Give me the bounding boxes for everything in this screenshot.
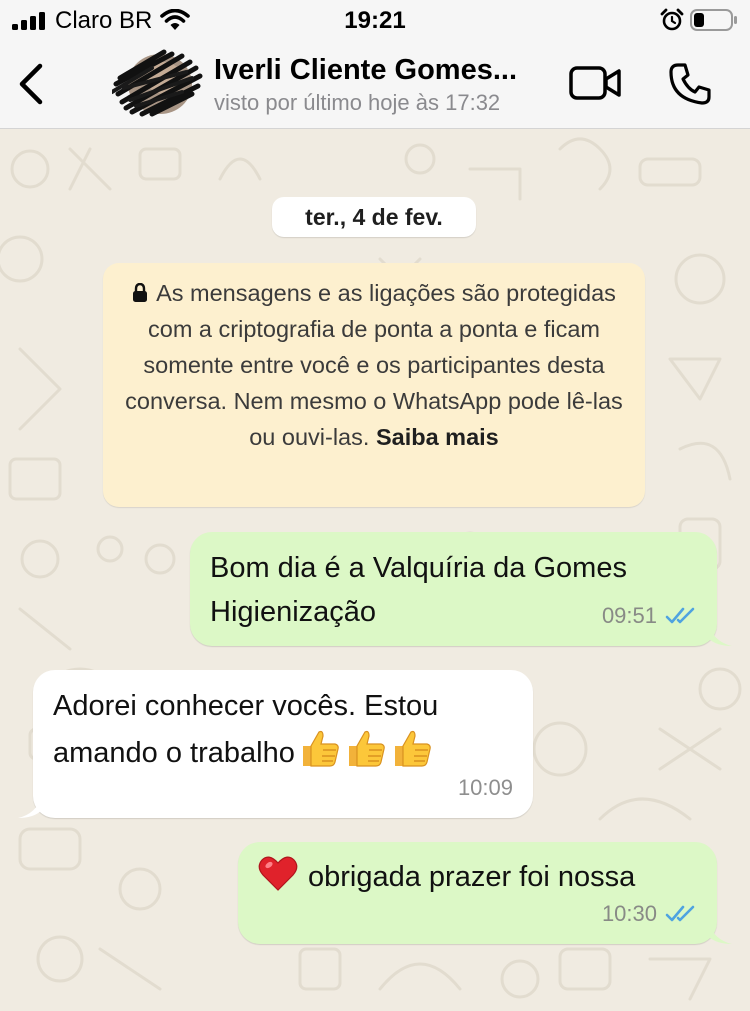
encryption-notice[interactable]: As mensagens e as ligações são protegida… [103,263,645,507]
message-meta: 09:51 [602,594,697,638]
battery-icon [690,9,737,31]
encryption-notice-text: As mensagens e as ligações são protegida… [125,280,623,450]
heart-icon [258,856,298,891]
bubble-tail [708,922,732,944]
carrier-name: Claro BR [55,7,153,34]
date-separator: ter., 4 de fev. [272,197,476,237]
message-meta: 10:09 [458,766,513,810]
video-call-icon[interactable] [568,64,622,102]
lock-icon [133,283,148,302]
message-bubble-outgoing[interactable]: Bom dia é a Valquíria da Gomes Higieniza… [190,532,717,646]
bubble-tail [18,796,42,818]
bubble-tail [708,624,732,646]
contact-name[interactable]: Iverli Cliente Gomes... [214,54,554,87]
thumbs-up-icon [302,730,339,767]
thumbs-up-icon [348,730,385,767]
message-time: 09:51 [601,603,657,628]
message-meta: 10:30 [602,892,697,936]
status-bar: Claro BR 19:21 [0,0,750,42]
back-chevron-icon[interactable] [14,62,48,106]
read-receipt-icon [665,607,695,624]
message-text-body: obrigada prazer foi nossa [308,861,636,893]
message-time: 10:09 [457,775,513,800]
message-bubble-outgoing[interactable]: obrigada prazer foi nossa 10:30 [238,842,717,944]
thumbs-up-icon [394,730,431,767]
contact-last-seen: visto por último hoje às 17:32 [214,90,501,115]
chat-area[interactable]: ter., 4 de fev. As mensagens e as ligaçõ… [0,129,750,1011]
message-text: Adorei conhecer vocês. Estou amando o tr… [53,684,517,775]
chat-header: Iverli Cliente Gomes... visto por último… [0,42,750,129]
signal-icon [12,12,45,30]
wifi-icon [160,9,190,30]
message-bubble-incoming[interactable]: Adorei conhecer vocês. Estou amando o tr… [33,670,533,818]
avatar[interactable] [112,48,204,118]
thumbs-up-emoji [295,730,433,769]
phone-icon[interactable] [668,62,712,106]
learn-more-link[interactable]: Saiba mais [376,424,499,450]
message-time: 10:30 [601,901,657,926]
alarm-icon [660,8,684,31]
read-receipt-icon [665,905,695,922]
